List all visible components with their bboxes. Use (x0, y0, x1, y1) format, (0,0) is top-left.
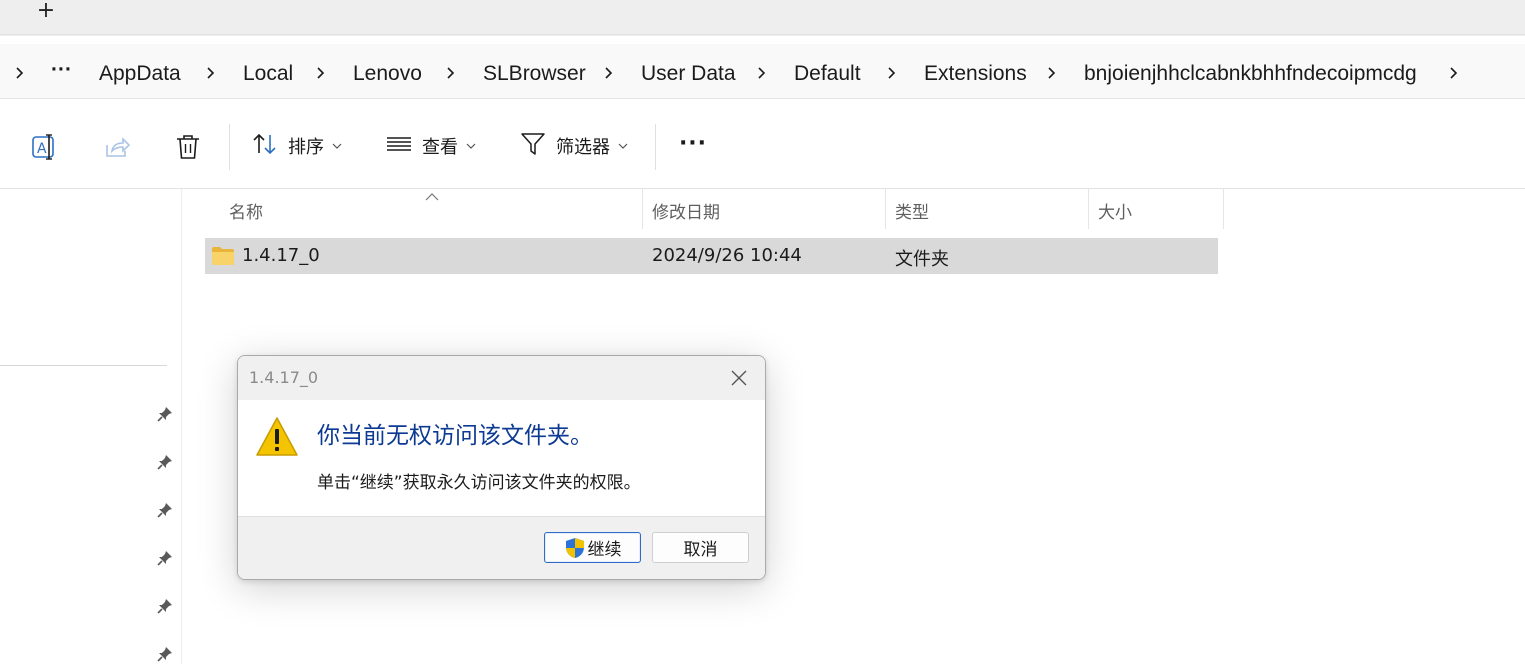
breadcrumb-overflow-button[interactable]: ··· (51, 58, 72, 82)
view-label: 查看 (422, 137, 458, 158)
pin-icon[interactable] (156, 501, 174, 519)
chevron-right-icon[interactable] (315, 62, 327, 84)
tab-strip-divider (0, 34, 1525, 35)
breadcrumb-item-user-data[interactable]: User Data (641, 62, 736, 86)
chevron-right-icon[interactable] (1046, 62, 1058, 84)
chevron-right-icon[interactable] (756, 62, 768, 84)
column-header-name[interactable]: 名称 (229, 198, 263, 223)
command-bar: A 排序 查看 筛选器 ··· (0, 104, 1525, 189)
chevron-down-icon (466, 140, 476, 153)
chevron-down-icon (618, 140, 628, 153)
sort-ascending-icon (424, 187, 440, 201)
chevron-right-icon[interactable] (205, 62, 217, 84)
chevron-right-icon[interactable] (886, 62, 898, 84)
pin-icon[interactable] (156, 405, 174, 423)
view-button[interactable]: 查看 (386, 128, 476, 164)
warning-icon (255, 416, 299, 458)
column-header-modified[interactable]: 修改日期 (652, 198, 720, 223)
continue-button[interactable]: 继续 (544, 532, 641, 563)
filter-icon (520, 131, 546, 161)
new-tab-button[interactable]: + (32, 0, 60, 24)
column-separator[interactable] (885, 189, 886, 229)
permission-dialog: 1.4.17_0 你当前无权访问该文件夹。 单击“继续”获取永久访问该文件夹的权… (237, 355, 766, 580)
row-modified: 2024/9/26 10:44 (652, 245, 802, 266)
column-separator[interactable] (642, 189, 643, 229)
breadcrumb-item-lenovo[interactable]: Lenovo (353, 62, 422, 86)
navigation-pane (0, 189, 182, 664)
uac-shield-icon (564, 537, 586, 559)
column-separator[interactable] (1223, 189, 1224, 229)
column-separator[interactable] (1088, 189, 1089, 229)
breadcrumb-item-local[interactable]: Local (243, 62, 293, 86)
filter-button[interactable]: 筛选器 (520, 128, 628, 164)
trash-icon[interactable] (174, 133, 202, 161)
row-type: 文件夹 (895, 249, 949, 270)
dialog-message: 单击“继续”获取永久访问该文件夹的权限。 (317, 473, 641, 493)
close-icon[interactable] (728, 367, 750, 389)
chevron-right-icon[interactable] (1448, 62, 1460, 84)
breadcrumb-item-extension-id[interactable]: bnjoienjhhclcabnkbhhfndecoipmcdg (1084, 62, 1417, 86)
cancel-label: 取消 (683, 540, 718, 560)
pin-icon[interactable] (156, 645, 174, 663)
tab-strip: + (0, 0, 1525, 36)
command-separator (229, 124, 230, 170)
dialog-title: 1.4.17_0 (249, 368, 319, 387)
sort-button[interactable]: 排序 (252, 128, 342, 164)
sort-icon (252, 132, 278, 160)
continue-label: 继续 (587, 540, 622, 560)
sort-label: 排序 (288, 137, 324, 158)
rename-icon[interactable]: A (30, 133, 58, 161)
table-row[interactable]: 1.4.17_0 2024/9/26 10:44 文件夹 (205, 238, 1218, 274)
share-icon[interactable] (103, 133, 131, 161)
list-view-icon (386, 132, 412, 160)
column-header-size[interactable]: 大小 (1098, 198, 1132, 223)
breadcrumb-item-default[interactable]: Default (794, 62, 861, 86)
command-separator (655, 124, 656, 170)
chevron-right-icon[interactable] (603, 62, 615, 84)
nav-divider (0, 365, 167, 366)
dialog-footer: 继续 取消 (238, 516, 765, 579)
address-bar: ··· AppData Local Lenovo SLBrowser User … (0, 36, 1525, 104)
breadcrumb[interactable]: ··· AppData Local Lenovo SLBrowser User … (0, 44, 1525, 99)
pin-icon[interactable] (156, 549, 174, 567)
row-name: 1.4.17_0 (242, 245, 320, 266)
more-options-button[interactable]: ··· (678, 128, 708, 164)
column-header-type[interactable]: 类型 (895, 198, 929, 223)
file-explorer-window: + ··· AppData Local Lenovo SLBrowser Use… (0, 0, 1525, 664)
filter-label: 筛选器 (556, 137, 610, 158)
chevron-right-icon[interactable] (14, 62, 26, 84)
svg-text:A: A (37, 141, 47, 157)
chevron-down-icon (332, 140, 342, 153)
breadcrumb-item-extensions[interactable]: Extensions (924, 62, 1027, 86)
dialog-heading: 你当前无权访问该文件夹。 (317, 423, 593, 449)
dialog-body: 你当前无权访问该文件夹。 单击“继续”获取永久访问该文件夹的权限。 (238, 400, 765, 516)
folder-icon (211, 246, 235, 266)
pin-icon[interactable] (156, 453, 174, 471)
breadcrumb-item-slbrowser[interactable]: SLBrowser (483, 62, 586, 86)
pin-icon[interactable] (156, 597, 174, 615)
cancel-button[interactable]: 取消 (652, 532, 749, 563)
chevron-right-icon[interactable] (445, 62, 457, 84)
dialog-titlebar[interactable]: 1.4.17_0 (238, 356, 765, 400)
breadcrumb-item-appdata[interactable]: AppData (99, 62, 181, 86)
